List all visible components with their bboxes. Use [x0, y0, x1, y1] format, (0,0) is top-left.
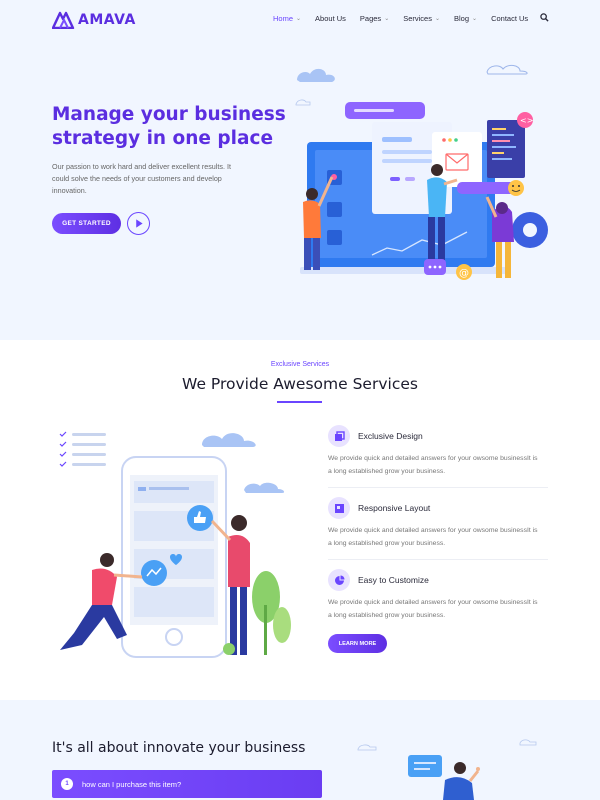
svg-text:<>: <>	[520, 116, 533, 125]
innovate-title: It's all about innovate your business	[52, 740, 306, 756]
nav-item-home[interactable]: Home ⌄	[273, 14, 301, 23]
brand-name: AMAVA	[78, 12, 136, 28]
play-icon[interactable]	[127, 212, 150, 235]
chevron-down-icon: ⌄	[434, 16, 441, 22]
innovate-illustration	[357, 739, 537, 800]
service-name: Responsive Layout	[358, 503, 431, 513]
learn-more-button[interactable]: LEARN MORE	[328, 634, 387, 653]
main-menu: Home ⌄ About Us Pages ⌄ Services ⌄ Blog ⌄ Co…	[273, 14, 542, 23]
layout-icon	[328, 497, 350, 519]
nav-item-services[interactable]: Services ⌄	[403, 14, 440, 23]
title-underline	[277, 401, 322, 403]
service-name: Easy to Customize	[358, 575, 429, 585]
services-tagline: Exclusive Services	[270, 361, 330, 368]
faq-question: how can I purchase this item?	[82, 780, 182, 789]
services-title: We Provide Awesome Services	[182, 375, 418, 393]
chevron-down-icon: ⌄	[384, 16, 390, 22]
nav-item-contact[interactable]: Contact Us	[491, 14, 528, 23]
nav-item-pages[interactable]: Pages ⌄	[360, 14, 389, 23]
divider	[328, 487, 548, 488]
get-started-button[interactable]: GET STARTED	[52, 213, 121, 234]
nav-label: Home	[273, 14, 294, 23]
chevron-down-icon: ⌄	[296, 16, 302, 22]
svg-text:@: @	[459, 268, 469, 279]
chevron-down-icon: ⌄	[472, 16, 478, 22]
search-icon[interactable]	[540, 13, 549, 22]
nav-item-about[interactable]: About Us	[315, 14, 346, 23]
nav-label: Services	[403, 14, 432, 23]
hero-description: Our passion to work hard and deliver exc…	[52, 162, 231, 195]
hero-illustration: <> @	[295, 64, 548, 280]
faq-item[interactable]: 1 how can I purchase this item?	[52, 770, 322, 798]
logo-mark-icon	[52, 11, 75, 29]
nav-label: Contact Us	[491, 14, 529, 23]
pie-chart-icon	[328, 569, 350, 591]
faq-number: 1	[61, 778, 73, 790]
hero-wave	[0, 300, 600, 332]
service-text: We provide quick and detailed answers fo…	[328, 527, 538, 547]
nav-label: Blog	[454, 14, 470, 23]
nav-item-blog[interactable]: Blog ⌄	[454, 14, 477, 23]
design-icon	[328, 425, 350, 447]
nav-label: Pages	[359, 14, 382, 23]
brand-logo[interactable]: AMAVA	[52, 11, 136, 29]
hero-title: Manage your business strategy in one pla…	[52, 104, 286, 149]
service-name: Exclusive Design	[358, 431, 423, 441]
service-text: We provide quick and detailed answers fo…	[328, 455, 538, 475]
service-text: We provide quick and detailed answers fo…	[328, 599, 538, 619]
top-navbar: AMAVA Home ⌄ About Us Pages ⌄ Services ⌄ Bl…	[0, 0, 600, 40]
services-illustration	[59, 431, 291, 658]
divider	[328, 559, 548, 560]
nav-label: About Us	[315, 14, 346, 23]
